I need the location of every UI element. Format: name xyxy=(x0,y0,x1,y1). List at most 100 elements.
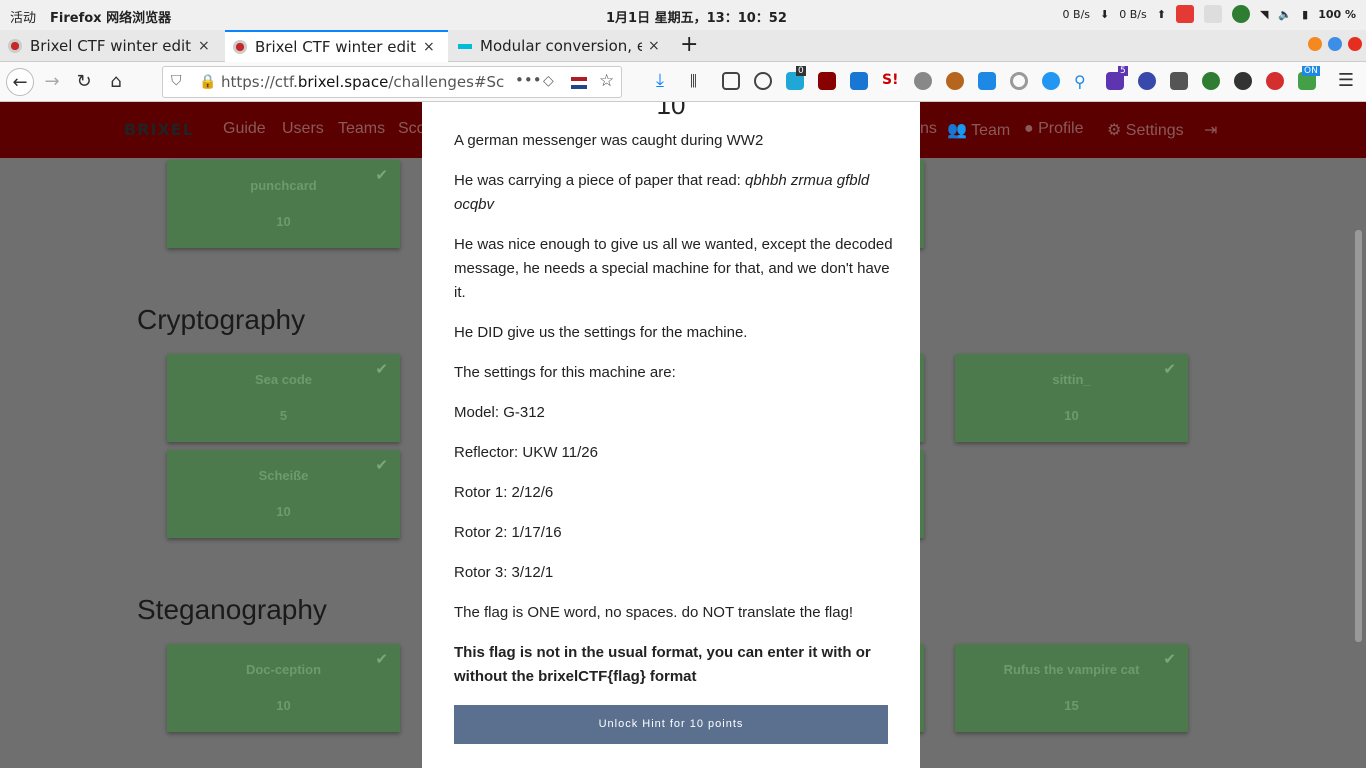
close-window-button[interactable] xyxy=(1348,37,1362,51)
wifi-icon[interactable]: ◥ xyxy=(1260,8,1268,21)
nav-link-users[interactable]: Users xyxy=(282,120,324,138)
nav-link-settings[interactable]: ⚙ Settings xyxy=(1107,120,1184,140)
nav-link-team[interactable]: 👥 Team xyxy=(947,120,1010,140)
tab-brixel-2[interactable]: Brixel CTF winter edition × xyxy=(225,30,448,62)
brixel-logo[interactable]: BRIXEL xyxy=(124,120,196,142)
volume-icon[interactable]: 🔈 xyxy=(1278,8,1292,21)
team-icon: 👥 xyxy=(947,122,972,139)
challenge-card[interactable]: ✔ Scheiße 10 xyxy=(167,450,400,538)
nav-link-guide[interactable]: Guide xyxy=(223,120,266,138)
ublock-origin-icon[interactable] xyxy=(818,72,836,90)
setting-reflector: Reflector: UKW 11/26 xyxy=(454,444,598,461)
cookie-icon[interactable] xyxy=(946,72,964,90)
url-bar[interactable]: ⛉ 🔒 https://ctf.brixel.space/challenges#… xyxy=(162,66,622,98)
description-line: He was carrying a piece of paper that re… xyxy=(454,172,870,213)
challenge-name: punchcard xyxy=(250,178,317,193)
section-title-steganography: Steganography xyxy=(137,594,327,625)
extension-box-icon[interactable] xyxy=(1170,72,1188,90)
upload-arrow-icon: ⬆ xyxy=(1156,7,1166,21)
extension-s-icon[interactable]: S! xyxy=(882,72,900,90)
tray-app-icon[interactable] xyxy=(1203,5,1222,23)
library-icon[interactable]: ⫼ xyxy=(690,72,708,90)
globe-icon[interactable] xyxy=(1138,72,1156,90)
battery-icon[interactable]: ▮ xyxy=(1302,8,1308,21)
bug-icon[interactable] xyxy=(1042,72,1060,90)
close-tab-icon[interactable]: × xyxy=(423,39,435,55)
tab-brixel-1[interactable]: Brixel CTF winter edition × xyxy=(0,30,223,62)
gnome-top-bar: 活动 Firefox 网络浏览器 1月1日 星期五，13：10：52 0 B/s… xyxy=(0,0,1366,30)
net-up-rate: 0 B/s xyxy=(1119,7,1147,21)
challenge-points: 10 xyxy=(276,504,291,519)
new-tab-button[interactable]: + xyxy=(680,32,698,57)
extension-puzzle-icon[interactable] xyxy=(914,72,932,90)
tab-title: Modular conversion, enc xyxy=(480,37,642,55)
gear-icon: ⚙ xyxy=(1107,122,1126,139)
challenge-card[interactable]: ✔ sittin_ 10 xyxy=(955,354,1188,442)
wechat-icon[interactable] xyxy=(1231,5,1250,23)
nav-link-teams[interactable]: Teams xyxy=(338,120,385,138)
sidebar-icon[interactable] xyxy=(722,72,740,90)
tracking-shield-icon[interactable]: ⛉ xyxy=(171,73,182,89)
challenge-card[interactable]: ✔ Rufus the vampire cat 15 xyxy=(955,644,1188,732)
tab-strip: Brixel CTF winter edition × Brixel CTF w… xyxy=(0,30,1366,62)
challenge-points: 10 xyxy=(276,214,291,229)
description-line: A german messenger was caught during WW2 xyxy=(454,132,764,149)
minimize-button[interactable] xyxy=(1308,37,1322,51)
nav-link-profile[interactable]: ● Profile xyxy=(1024,120,1083,138)
challenge-name: Doc-ception xyxy=(245,662,322,677)
url-text[interactable]: https://ctf.brixel.space/challenges#Sche xyxy=(221,73,505,91)
navigation-toolbar: ← → ↻ ⌂ ⛉ 🔒 https://ctf.brixel.space/cha… xyxy=(0,62,1366,102)
challenge-points: 10 xyxy=(276,698,291,713)
record-icon[interactable] xyxy=(1266,72,1284,90)
bookmark-star-icon[interactable]: ☆ xyxy=(599,71,614,91)
system-tray[interactable]: 0 B/s ⬇ 0 B/s ⬆ ◥ 🔈 ▮ 100 % xyxy=(1063,5,1356,23)
setting-model: Model: G-312 xyxy=(454,404,545,421)
close-tab-icon[interactable]: × xyxy=(198,38,210,54)
challenge-name: Rufus the vampire cat xyxy=(1003,662,1140,677)
page-scrollbar[interactable] xyxy=(1355,230,1362,642)
challenge-modal: 10 A german messenger was caught during … xyxy=(422,102,920,768)
netease-music-icon[interactable] xyxy=(1175,5,1194,23)
reload-icon[interactable]: ↻ xyxy=(70,68,98,96)
page-content: BRIXEL Guide Users Teams Sco ns 👥 Team ●… xyxy=(0,102,1366,768)
profile-icon: ● xyxy=(1024,120,1039,137)
format-note: This flag is not in the usual format, yo… xyxy=(454,644,871,685)
app-menu[interactable]: Firefox 网络浏览器 xyxy=(50,7,171,26)
extension-doc-icon[interactable] xyxy=(978,72,996,90)
forward-button[interactable]: → xyxy=(38,68,66,96)
extension-circle-icon[interactable] xyxy=(1010,72,1028,90)
lock-icon[interactable]: 🔒 xyxy=(199,74,216,90)
home-icon[interactable]: ⌂ xyxy=(102,68,130,96)
skype-icon[interactable] xyxy=(850,72,868,90)
extension-green-icon[interactable] xyxy=(1202,72,1220,90)
nav-link-notifications[interactable]: ns xyxy=(920,120,937,138)
hamburger-menu-icon[interactable]: ☰ xyxy=(1338,70,1354,91)
description-line: He was nice enough to give us all we wan… xyxy=(454,236,893,301)
unlock-hint-button[interactable]: Unlock Hint for 10 points xyxy=(454,705,888,744)
challenge-card[interactable]: ✔ punchcard 10 xyxy=(167,160,400,248)
extension-badge: 5 xyxy=(1118,66,1128,76)
clock[interactable]: 1月1日 星期五，13：10：52 xyxy=(606,7,787,26)
modular-favicon-icon xyxy=(458,43,472,49)
netherlands-flag-icon[interactable] xyxy=(571,77,587,89)
challenge-card[interactable]: ✔ Sea code 5 xyxy=(167,354,400,442)
back-button[interactable]: ← xyxy=(6,68,34,96)
extension-dots-icon[interactable] xyxy=(1234,72,1252,90)
battery-level: 100 % xyxy=(1318,7,1356,21)
challenge-points: 10 xyxy=(1064,408,1079,423)
maximize-button[interactable] xyxy=(1328,37,1342,51)
tab-modular-conversion[interactable]: Modular conversion, enc × xyxy=(450,30,673,62)
pin-icon[interactable]: ⚲ xyxy=(1074,72,1092,91)
setting-rotor-1: Rotor 1: 2/12/6 xyxy=(454,484,554,501)
logout-icon[interactable]: ⇥ xyxy=(1204,120,1217,140)
challenge-card[interactable]: ✔ Doc-ception 10 xyxy=(167,644,400,732)
tab-title: Brixel CTF winter edition xyxy=(30,37,192,55)
close-tab-icon[interactable]: × xyxy=(648,38,660,54)
pocket-icon[interactable]: ◇ xyxy=(543,73,554,89)
page-actions-more-icon[interactable]: ••• xyxy=(515,71,542,89)
challenge-name: Scheiße xyxy=(258,468,309,483)
account-icon[interactable] xyxy=(754,72,772,90)
activities-button[interactable]: 活动 xyxy=(10,7,36,26)
downloads-icon[interactable]: ⤓ xyxy=(656,72,674,90)
brixel-favicon-icon xyxy=(8,39,22,53)
